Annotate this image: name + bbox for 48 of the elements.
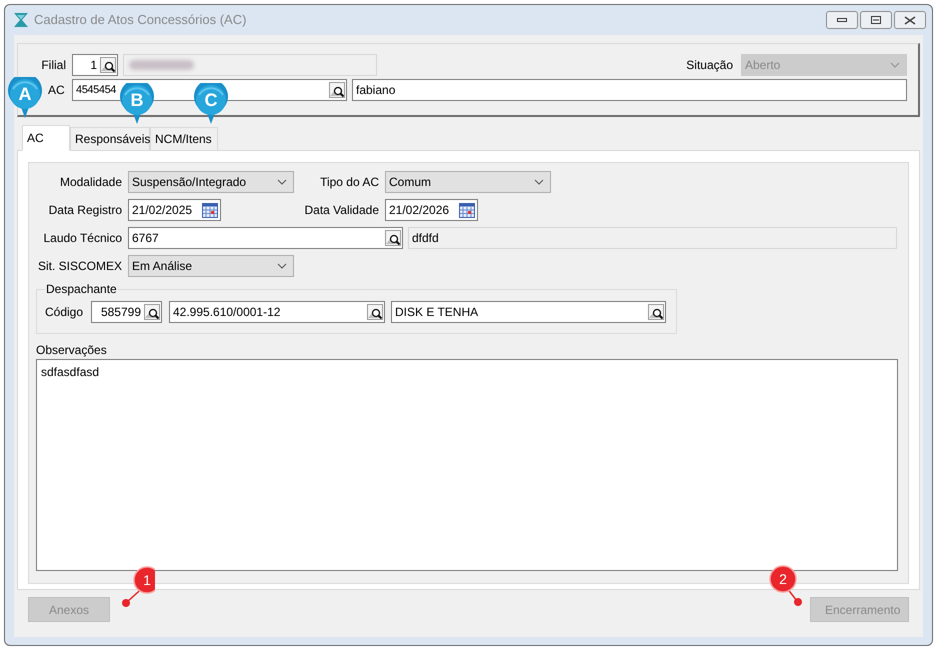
maximize-button[interactable]	[860, 11, 892, 29]
magnifier-icon[interactable]	[329, 82, 345, 98]
callout-pin: B	[119, 83, 155, 125]
window-title: Cadastro de Atos Concessórios (AC)	[34, 11, 246, 30]
tab[interactable]: AC	[22, 125, 70, 151]
callout-pin: A	[7, 77, 43, 119]
tab[interactable]: NCM/Itens	[150, 127, 218, 151]
text-field[interactable]: 1	[72, 54, 118, 76]
text-field[interactable]: DISK E TENHA	[391, 301, 666, 323]
minimize-button[interactable]	[826, 11, 858, 29]
group-legend: Despachante	[45, 281, 118, 297]
calendar-icon[interactable]	[202, 202, 218, 218]
tab[interactable]: Responsáveis	[70, 127, 150, 151]
callout-pin: C	[193, 83, 229, 125]
magnifier-icon[interactable]	[367, 304, 383, 320]
field-label: Código	[45, 304, 84, 321]
date-field[interactable]: 21/02/2026	[385, 199, 478, 221]
magnifier-icon[interactable]	[144, 304, 160, 320]
text-area[interactable]: sdfasdfasd	[36, 359, 898, 571]
app-logo-icon	[13, 12, 29, 28]
readonly-field: dfdfd	[408, 227, 897, 249]
minimize-icon	[837, 18, 847, 22]
redacted-mark	[129, 60, 194, 70]
field-label: Data Registro	[48, 202, 122, 219]
magnifier-icon[interactable]	[385, 230, 401, 246]
maximize-icon	[871, 16, 881, 24]
field-label: Situação	[686, 57, 733, 74]
field-label: Tipo do AC	[319, 174, 379, 191]
field-label: Laudo Técnico	[42, 230, 122, 247]
text-field[interactable]: fabiano	[352, 79, 907, 101]
close-button[interactable]	[894, 11, 926, 29]
field-label: Data Validade	[304, 202, 379, 219]
field-label: AC	[48, 82, 66, 99]
date-field[interactable]: 21/02/2025	[128, 199, 221, 221]
calendar-icon[interactable]	[459, 202, 475, 218]
magnifier-icon[interactable]	[100, 57, 116, 73]
close-icon	[904, 16, 916, 24]
text-field[interactable]: 585799	[91, 301, 162, 323]
magnifier-icon[interactable]	[648, 304, 664, 320]
text-field[interactable]: 6767	[128, 227, 403, 249]
field-label: Observações	[36, 343, 107, 357]
text-field[interactable]: 42.995.610/0001-12	[169, 301, 385, 323]
field-label: Sit. SISCOMEX	[36, 258, 122, 275]
dropdown[interactable]: Em Análise	[128, 255, 294, 277]
dropdown[interactable]: Suspensão/Integrado	[128, 171, 294, 193]
field-label: Modalidade	[58, 174, 122, 191]
dropdown[interactable]: Comum	[385, 171, 551, 193]
field-label: Filial	[40, 57, 66, 74]
